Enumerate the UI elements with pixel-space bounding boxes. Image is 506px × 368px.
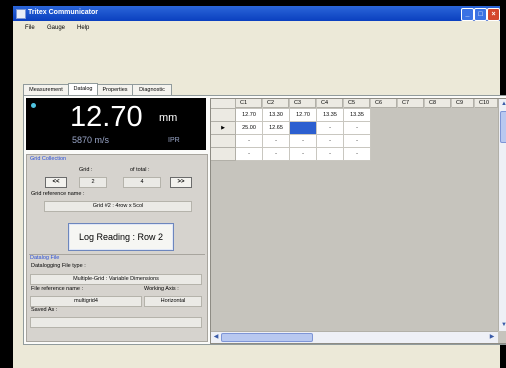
table-cell[interactable]: - xyxy=(236,148,263,161)
file-type-label: Datalogging File type : xyxy=(31,263,86,269)
measure-mode: IPR xyxy=(168,137,180,144)
column-header[interactable]: C7 xyxy=(398,99,424,108)
grid-ref-field[interactable]: Grid #2 : 4row x 5col xyxy=(44,201,192,212)
thickness-value: 12.70 xyxy=(70,101,143,133)
scroll-right-icon[interactable]: ▶ xyxy=(488,333,496,341)
menu-file[interactable]: File xyxy=(25,25,35,31)
horizontal-scroll-thumb[interactable] xyxy=(221,333,313,342)
tab-datalog[interactable]: Datalog xyxy=(68,83,98,95)
table-cell[interactable]: - xyxy=(317,122,344,135)
table-cell[interactable]: - xyxy=(263,148,290,161)
log-reading-button[interactable]: Log Reading : Row 2 xyxy=(68,223,174,251)
working-axis-label: Working Axis : xyxy=(144,286,179,292)
table-cell[interactable]: 13.35 xyxy=(344,109,371,122)
prev-grid-button[interactable]: << xyxy=(45,177,67,188)
column-header[interactable]: C1 xyxy=(236,99,262,108)
thickness-unit: mm xyxy=(159,112,178,124)
vertical-scroll-thumb[interactable] xyxy=(500,111,506,143)
column-header[interactable]: C5 xyxy=(344,99,370,108)
app-icon xyxy=(16,9,26,19)
of-total-label: of total : xyxy=(130,167,150,173)
table-cell[interactable]: - xyxy=(344,122,371,135)
working-axis-field[interactable]: Horizontal xyxy=(144,296,202,307)
column-header[interactable]: C9 xyxy=(452,99,474,108)
scroll-up-icon[interactable]: ▲ xyxy=(500,100,506,108)
column-header[interactable]: C6 xyxy=(371,99,397,108)
table-cell[interactable]: - xyxy=(317,148,344,161)
column-header[interactable]: C3 xyxy=(290,99,316,108)
table-cell[interactable]: - xyxy=(263,135,290,148)
grid-collection-title: Grid Collection xyxy=(30,156,67,162)
next-grid-button[interactable]: >> xyxy=(170,177,192,188)
row-header-current[interactable]: ▶ xyxy=(211,122,236,135)
vertical-scrollbar[interactable]: ▲ ▼ xyxy=(498,99,506,331)
datalog-tab-panel: 12.70 mm 5870 m/s IPR Grid Collection Gr… xyxy=(23,95,506,345)
table-cell[interactable]: - xyxy=(290,148,317,161)
saved-as-field xyxy=(30,317,202,328)
scroll-left-icon[interactable]: ◀ xyxy=(212,333,220,341)
grid-ref-label: Grid reference name : xyxy=(31,191,85,197)
table-cell[interactable]: - xyxy=(344,135,371,148)
datalog-grid: C1 C2 C3 C4 C5 C6 C7 C8 C9 C10 ▶ 12.70 1… xyxy=(210,98,506,344)
column-header[interactable]: C2 xyxy=(263,99,289,108)
grid-number-field[interactable]: 2 xyxy=(79,177,107,188)
scroll-down-icon[interactable]: ▼ xyxy=(500,321,506,329)
grid-corner xyxy=(211,99,236,109)
file-ref-field[interactable]: multigrid4 xyxy=(30,296,142,307)
table-cell[interactable]: - xyxy=(290,135,317,148)
minimize-icon[interactable]: _ xyxy=(461,8,474,21)
grid-total-field: 4 xyxy=(123,177,161,188)
status-led-icon xyxy=(31,103,36,108)
window-title: Tritex Communicator xyxy=(28,9,99,16)
table-cell[interactable]: 13.35 xyxy=(317,109,344,122)
row-header[interactable] xyxy=(211,135,236,148)
column-header[interactable]: C10 xyxy=(475,99,498,108)
table-cell[interactable]: 13.30 xyxy=(263,109,290,122)
saved-as-label: Saved As : xyxy=(31,307,58,313)
title-bar: Tritex Communicator _ □ × xyxy=(13,6,500,21)
column-header[interactable]: C8 xyxy=(425,99,451,108)
table-cell[interactable]: 12.70 xyxy=(236,109,263,122)
menu-bar: File Gauge Help xyxy=(13,23,500,34)
menu-help[interactable]: Help xyxy=(77,25,89,31)
row-header[interactable] xyxy=(211,148,236,161)
thickness-readout: 12.70 mm 5870 m/s IPR xyxy=(26,98,206,150)
column-header[interactable]: C4 xyxy=(317,99,343,108)
maximize-icon[interactable]: □ xyxy=(474,8,487,21)
table-cell[interactable]: - xyxy=(317,135,344,148)
table-cell[interactable]: 12.70 xyxy=(290,109,317,122)
grid-label: Grid : xyxy=(79,167,93,173)
tab-diagnostic[interactable]: Diagnostic xyxy=(132,84,172,95)
menu-gauge[interactable]: Gauge xyxy=(47,25,65,31)
table-cell[interactable]: 12.65 xyxy=(263,122,290,135)
horizontal-scrollbar[interactable]: ◀ ▶ xyxy=(211,331,498,343)
tab-measurement[interactable]: Measurement xyxy=(23,84,69,95)
table-cell[interactable]: - xyxy=(344,148,371,161)
datalog-controls: Grid Collection Grid : of total : << 2 4… xyxy=(26,154,208,342)
tab-properties[interactable]: Properties xyxy=(97,84,133,95)
table-cell[interactable]: 25.00 xyxy=(236,122,263,135)
table-cell-selected[interactable] xyxy=(290,122,317,135)
datalog-file-title: Datalog File xyxy=(30,255,60,261)
file-type-field[interactable]: Multiple-Grid : Variable Dimensions xyxy=(30,274,202,285)
file-ref-label: File reference name : xyxy=(31,286,83,292)
app-window: Tritex Communicator _ □ × File Gauge Hel… xyxy=(13,6,506,368)
table-cell[interactable]: - xyxy=(236,135,263,148)
close-icon[interactable]: × xyxy=(487,8,500,21)
velocity-value: 5870 m/s xyxy=(72,135,110,145)
row-header[interactable] xyxy=(211,109,236,122)
